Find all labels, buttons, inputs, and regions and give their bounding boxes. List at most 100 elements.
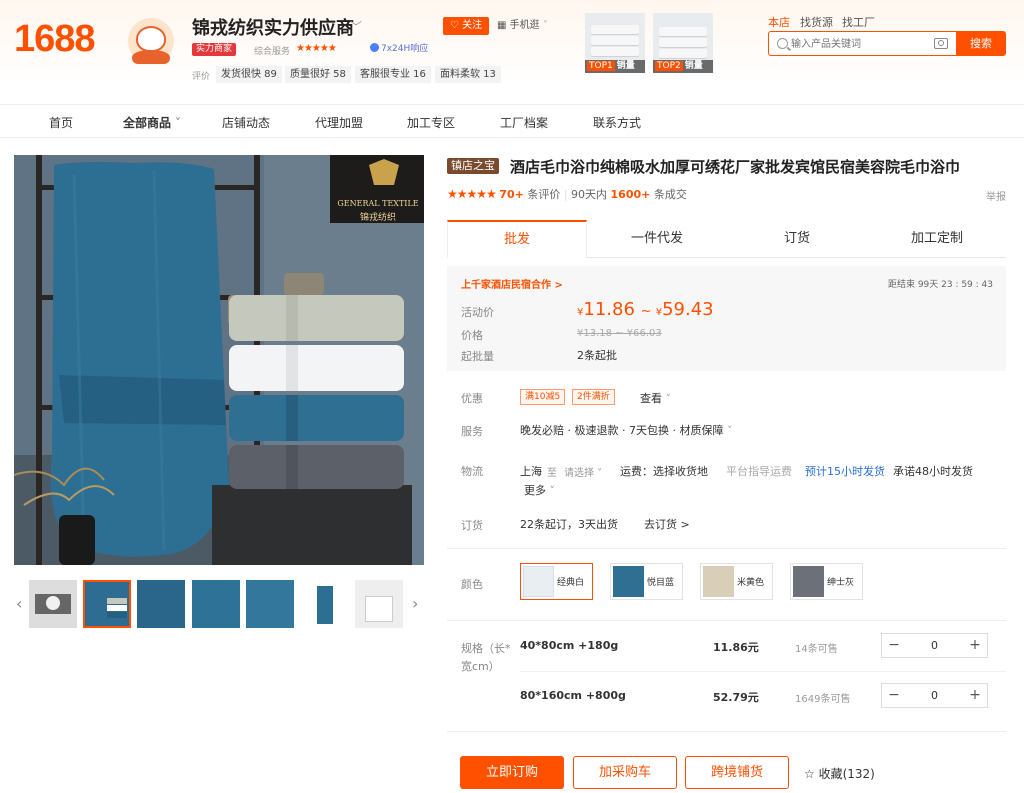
rating-label: 评价 bbox=[192, 72, 211, 82]
chevron-left-icon[interactable]: ‹ bbox=[16, 594, 22, 613]
main-product-image[interactable]: GENERAL TEXTILE 锦戎纺织 bbox=[14, 155, 424, 565]
minus-button[interactable]: − bbox=[882, 684, 906, 707]
discount-chip[interactable]: 满10减5 bbox=[520, 389, 566, 405]
store-treasure-tag: 镇店之宝 bbox=[447, 158, 499, 174]
nav-agency[interactable]: 代理加盟 bbox=[315, 114, 363, 131]
nav-shop-news[interactable]: 店铺动态 bbox=[222, 114, 270, 131]
thumbnail-image[interactable] bbox=[301, 580, 349, 628]
spec-stock: 14条可售 bbox=[795, 644, 838, 655]
logistics-label: 物流 bbox=[461, 465, 483, 478]
minus-button[interactable]: − bbox=[882, 634, 906, 657]
min-order-value: 2条起批 bbox=[577, 349, 617, 362]
tab-dropship[interactable]: 一件代发 bbox=[587, 220, 727, 258]
original-price: ¥13.18 ~ ¥66.03 bbox=[577, 328, 662, 339]
product-rating-line: ★★★★★ 70+ 条评价 | 90天内 1600+ 条成交 bbox=[447, 187, 687, 201]
search-input[interactable] bbox=[791, 35, 921, 53]
thumbnail-image[interactable] bbox=[83, 580, 131, 628]
camera-icon[interactable] bbox=[934, 38, 948, 49]
qrcode-icon: ▦ bbox=[497, 20, 510, 31]
top-product-2[interactable]: TOP2 销量 bbox=[653, 13, 713, 73]
ship-estimate: 预计15小时发货 bbox=[805, 465, 885, 478]
divider bbox=[447, 620, 1006, 621]
product-title: 酒店毛巾浴巾纯棉吸水加厚可绣花厂家批发宾馆民宿美容院毛巾浴巾 bbox=[510, 158, 961, 176]
search-tab-source[interactable]: 找货源 bbox=[800, 14, 833, 30]
logistics-more[interactable]: 更多 ˅ bbox=[524, 482, 555, 498]
discount-chip[interactable]: 2件满折 bbox=[572, 389, 615, 405]
tab-wholesale[interactable]: 批发 bbox=[447, 220, 587, 258]
search-tab-this-shop[interactable]: 本店 bbox=[768, 14, 790, 30]
search-tab-factory[interactable]: 找工厂 bbox=[842, 14, 875, 30]
color-label: 颜色 bbox=[461, 578, 483, 591]
review-count: 70+ bbox=[499, 188, 524, 201]
brand-logo-text-cn: 锦戎纺织 bbox=[359, 213, 396, 223]
spec-stock: 1649条可售 bbox=[795, 694, 851, 705]
nav-home[interactable]: 首页 bbox=[49, 114, 73, 131]
spec-price: 11.86元 bbox=[713, 641, 759, 654]
color-name: 悦目蓝 bbox=[647, 578, 675, 588]
quantity-value[interactable]: 0 bbox=[906, 634, 963, 657]
spec-label-2: 宽cm） bbox=[461, 660, 500, 673]
color-name: 经典白 bbox=[557, 578, 585, 588]
search-box bbox=[768, 31, 956, 56]
order-link[interactable]: 去订货 > bbox=[644, 516, 690, 532]
color-option[interactable]: 悦目蓝 bbox=[610, 563, 683, 600]
review-link[interactable]: 条评价 bbox=[527, 188, 560, 201]
thumbnail-image[interactable] bbox=[192, 580, 240, 628]
promo-link[interactable]: 上千家酒店民宿合作 > bbox=[461, 276, 563, 291]
rating-chip: 面料柔软 13 bbox=[435, 66, 501, 83]
composite-service-label: 综合服务 bbox=[254, 47, 291, 57]
top-product-1[interactable]: TOP1 销量 bbox=[585, 13, 645, 73]
add-to-cart-button[interactable]: 加采购车 bbox=[573, 756, 677, 789]
spec-label: 规格（长* bbox=[461, 642, 511, 655]
discount-label: 优惠 bbox=[461, 392, 483, 405]
shop-name[interactable]: 锦戎纺织实力供应商 bbox=[192, 14, 354, 40]
buy-now-button[interactable]: 立即订购 bbox=[460, 756, 564, 789]
product-stars: ★★★★★ bbox=[447, 187, 497, 201]
divider bbox=[447, 731, 1006, 732]
color-swatch bbox=[703, 566, 734, 597]
service-label: 服务 bbox=[461, 425, 483, 438]
nav-factory-profile[interactable]: 工厂档案 bbox=[500, 114, 548, 131]
thumbnail-image[interactable] bbox=[137, 580, 185, 628]
response-badge: 7x24H响应 bbox=[368, 43, 432, 56]
nav-processing[interactable]: 加工专区 bbox=[407, 114, 455, 131]
plus-button[interactable]: + bbox=[963, 684, 987, 707]
thumbnail-image[interactable] bbox=[355, 580, 403, 628]
thumbnail-strip: ‹ › bbox=[14, 580, 424, 628]
tab-order[interactable]: 订货 bbox=[727, 220, 867, 258]
color-swatch bbox=[793, 566, 824, 597]
color-option[interactable]: 经典白 bbox=[520, 563, 593, 600]
freight-text: 运费：选择收货地 bbox=[620, 465, 708, 478]
plus-button[interactable]: + bbox=[963, 634, 987, 657]
color-option[interactable]: 米黄色 bbox=[700, 563, 773, 600]
chevron-down-icon[interactable]: ﹀ bbox=[350, 18, 362, 35]
activity-price: ¥11.86 ~ ¥59.43 bbox=[577, 299, 714, 320]
mobile-browse-button[interactable]: ▦ 手机逛 ˅ bbox=[497, 17, 548, 35]
thumbnail-video[interactable] bbox=[29, 580, 77, 628]
quantity-value[interactable]: 0 bbox=[906, 684, 963, 707]
shop-avatar[interactable] bbox=[128, 18, 174, 64]
color-option[interactable]: 绅士灰 bbox=[790, 563, 863, 600]
chevron-right-icon[interactable]: › bbox=[412, 594, 418, 613]
min-order-label: 起批量 bbox=[461, 350, 494, 363]
ship-to-select[interactable]: 请选择 ˅ bbox=[564, 464, 602, 479]
price-panel: 上千家酒店民宿合作 > 距结束 99天 23 : 59 : 43 活动价 ¥11… bbox=[447, 266, 1006, 371]
quantity-stepper: − 0 + bbox=[881, 633, 988, 658]
favorite-button[interactable]: ☆ 收藏(132) bbox=[804, 765, 875, 782]
divider bbox=[520, 671, 1006, 672]
discount-more[interactable]: 查看 ˅ bbox=[640, 390, 671, 406]
nav-all-products[interactable]: 全部商品 ˅ bbox=[123, 114, 181, 131]
nav-contact[interactable]: 联系方式 bbox=[593, 114, 641, 131]
report-link[interactable]: 举报 bbox=[986, 188, 1006, 203]
tab-custom[interactable]: 加工定制 bbox=[867, 220, 1007, 258]
rating-chip: 质量很好 58 bbox=[285, 66, 351, 83]
service-text[interactable]: 晚发必赔 · 极速退款 · 7天包换 · 材质保障 ˅ bbox=[520, 422, 732, 438]
site-logo[interactable]: 1688 bbox=[14, 18, 96, 61]
quantity-stepper: − 0 + bbox=[881, 683, 988, 708]
cross-border-button[interactable]: 跨境铺货 bbox=[685, 756, 789, 789]
follow-button[interactable]: ♡ 关注 bbox=[443, 17, 489, 35]
search-button[interactable]: 搜索 bbox=[956, 31, 1006, 56]
color-swatch bbox=[523, 566, 554, 597]
thumbnail-image[interactable] bbox=[246, 580, 294, 628]
spec-name: 80*160cm +800g bbox=[520, 689, 626, 702]
